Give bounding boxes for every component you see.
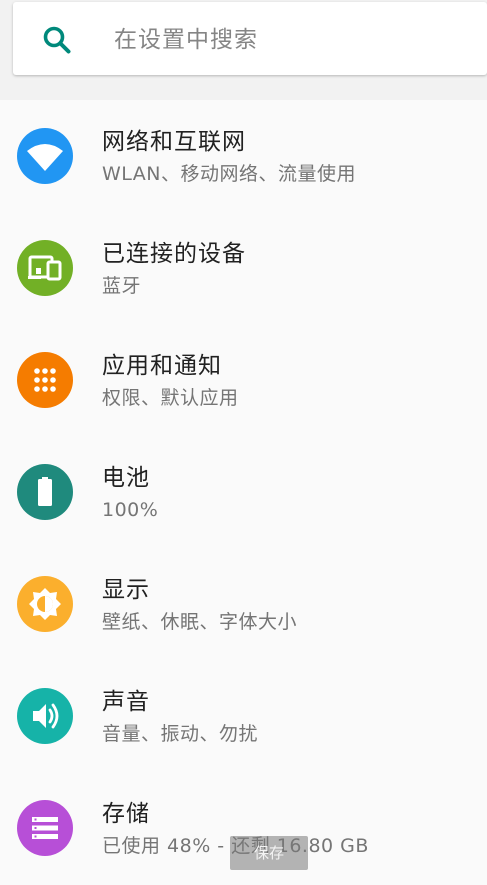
settings-item-subtitle: 100% [102,499,159,521]
settings-item-title: 网络和互联网 [102,129,246,155]
settings-item-subtitle: 权限、默认应用 [102,387,239,409]
settings-item-title: 显示 [102,577,150,603]
settings-item-display[interactable]: 显示 壁纸、休眠、字体大小 [0,548,487,660]
settings-item-network[interactable]: 网络和互联网 WLAN、移动网络、流量使用 [0,100,487,212]
search-placeholder[interactable]: 在设置中搜索 [114,23,258,57]
settings-item-apps-notifications[interactable]: 应用和通知 权限、默认应用 [0,324,487,436]
save-toast: 保存 [230,836,308,870]
search-bar[interactable]: 在设置中搜索 [13,2,487,75]
settings-item-subtitle: 蓝牙 [102,275,142,297]
settings-item-subtitle: 音量、振动、勿扰 [102,723,259,745]
battery-icon [17,464,73,520]
search-icon[interactable] [41,24,73,56]
settings-item-sound[interactable]: 声音 音量、振动、勿扰 [0,660,487,772]
settings-item-subtitle: WLAN、移动网络、流量使用 [102,163,357,185]
settings-item-connected-devices[interactable]: 已连接的设备 蓝牙 [0,212,487,324]
settings-item-title: 电池 [102,465,150,491]
volume-icon [17,688,73,744]
search-header: 在设置中搜索 [0,0,487,100]
settings-item-battery[interactable]: 电池 100% [0,436,487,548]
brightness-icon [17,576,73,632]
apps-icon [17,352,73,408]
settings-item-title: 存储 [102,801,150,827]
wifi-icon [17,128,73,184]
settings-item-title: 已连接的设备 [102,241,246,267]
storage-icon [17,800,73,856]
settings-item-title: 应用和通知 [102,353,222,379]
settings-item-subtitle: 壁纸、休眠、字体大小 [102,611,298,633]
settings-item-title: 声音 [102,689,150,715]
devices-icon [17,240,73,296]
settings-list: 网络和互联网 WLAN、移动网络、流量使用 已连接的设备 蓝牙 应用和通知 权限… [0,100,487,885]
